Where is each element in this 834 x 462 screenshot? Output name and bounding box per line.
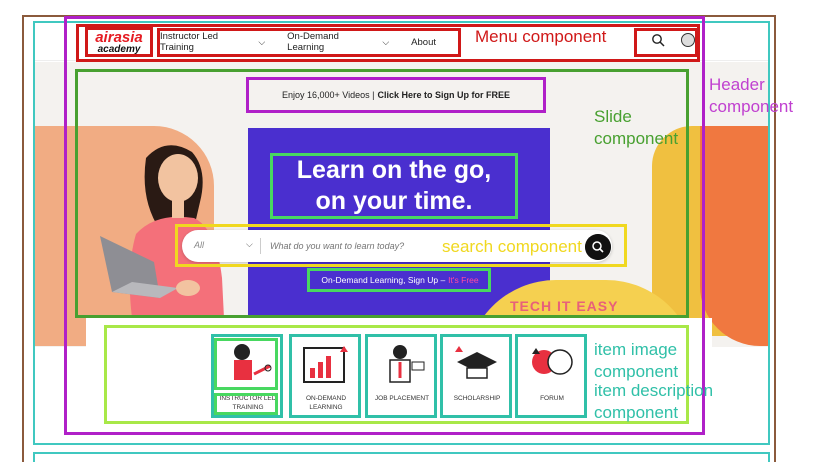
promo-frame: [246, 77, 546, 113]
next-section-frame: [33, 452, 770, 462]
annotation-slide-line-2: component: [594, 129, 679, 148]
annotation-header-line-1: Header: [709, 75, 765, 94]
item-frame-2: [289, 334, 361, 418]
item-image-frame-1: [214, 338, 278, 390]
annotation-search: search component: [442, 237, 582, 256]
annotation-item-image-line-1: item image: [594, 340, 678, 359]
item-frame-5: [515, 334, 587, 418]
annotation-header-line-2: component: [709, 97, 794, 116]
item-frame-3: [365, 334, 437, 418]
annotation-slide-line-1: Slide: [594, 107, 632, 126]
headline-frame: [270, 153, 518, 219]
nav-frame: [157, 28, 461, 57]
icons-frame: [634, 28, 698, 57]
item-desc-frame-1: [214, 393, 278, 415]
sub-line-frame: [307, 268, 491, 292]
annotation-menu: Menu component: [475, 27, 607, 46]
annotation-item-desc-line-2: component: [594, 403, 679, 422]
item-frame-4: [440, 334, 512, 418]
annotation-item-desc-line-1: item description: [594, 381, 714, 400]
logo-frame: [85, 27, 153, 57]
